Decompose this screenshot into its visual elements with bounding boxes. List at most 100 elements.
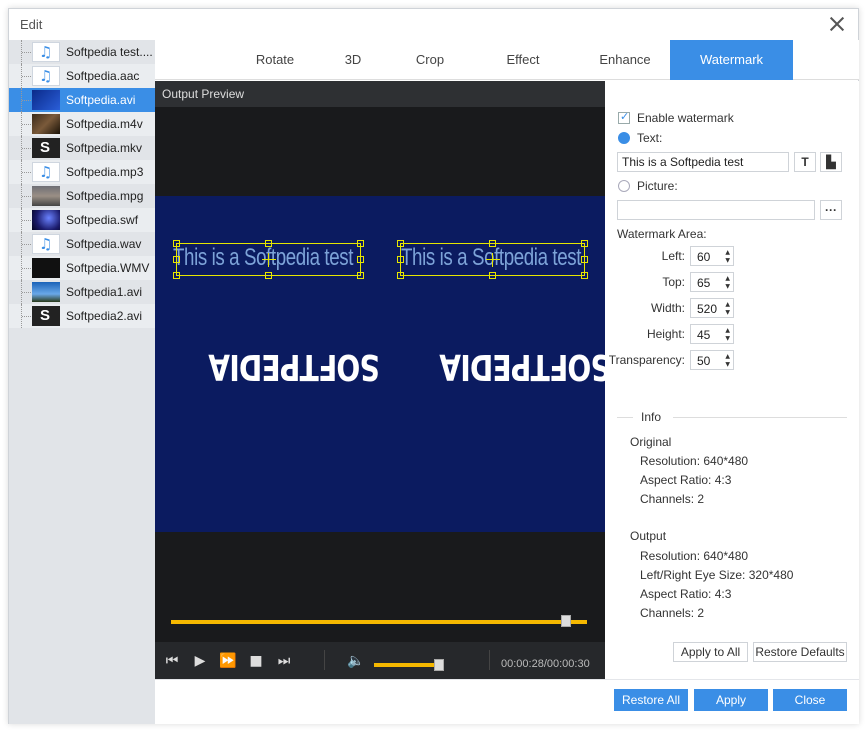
- text-radio[interactable]: [618, 132, 630, 144]
- file-item[interactable]: Softpedia.avi: [9, 88, 155, 112]
- spin-down-icon[interactable]: ▼: [725, 335, 730, 342]
- file-item[interactable]: Softpedia1.avi: [9, 280, 155, 304]
- resize-handle[interactable]: [357, 256, 364, 263]
- tree-line: [22, 100, 31, 101]
- watermark-text-input[interactable]: This is a Softpedia test: [617, 152, 789, 172]
- file-item[interactable]: Softpedia.m4v: [9, 112, 155, 136]
- spin-up-icon[interactable]: ▲: [725, 275, 730, 282]
- next-icon[interactable]: ⏭: [275, 652, 293, 670]
- left-spinner[interactable]: 60 ▲ ▼: [690, 246, 734, 266]
- top-label: Top:: [662, 275, 685, 289]
- separator: [489, 650, 490, 670]
- file-item[interactable]: Softpedia.WMV: [9, 256, 155, 280]
- audio-file-icon: [32, 66, 60, 86]
- watermark-box-left[interactable]: [173, 240, 364, 279]
- font-button[interactable]: T: [794, 152, 816, 172]
- video-thumbnail: [32, 186, 60, 206]
- resize-handle[interactable]: [581, 256, 588, 263]
- close-icon[interactable]: [828, 15, 846, 33]
- resize-handle[interactable]: [397, 272, 404, 279]
- width-spinner[interactable]: 520 ▲ ▼: [690, 298, 734, 318]
- file-item[interactable]: Softpedia.mkv: [9, 136, 155, 160]
- audio-file-icon: [32, 42, 60, 62]
- output-eye-size: Left/Right Eye Size: 320*480: [640, 568, 794, 582]
- original-label: Original: [630, 435, 672, 449]
- fast-forward-icon[interactable]: ⏩: [219, 652, 237, 670]
- resize-handle[interactable]: [265, 272, 272, 279]
- transparency-spinner[interactable]: 50 ▲ ▼: [690, 350, 734, 370]
- spin-up-icon[interactable]: ▲: [725, 353, 730, 360]
- file-name: Softpedia1.avi: [66, 285, 143, 299]
- file-item[interactable]: Softpedia.wav: [9, 232, 155, 256]
- resize-handle[interactable]: [357, 240, 364, 247]
- spin-up-icon[interactable]: ▲: [725, 249, 730, 256]
- tab-effect[interactable]: Effect: [495, 40, 551, 80]
- seek-thumb[interactable]: [561, 615, 572, 627]
- enable-watermark-checkbox[interactable]: [618, 110, 630, 124]
- resize-handle[interactable]: [489, 240, 496, 247]
- output-resolution: Resolution: 640*480: [640, 549, 749, 563]
- stop-icon[interactable]: ■: [247, 652, 265, 670]
- picture-path-input[interactable]: [617, 200, 815, 220]
- tab-watermark[interactable]: Watermark: [670, 40, 793, 80]
- apply-button[interactable]: Apply: [694, 689, 768, 711]
- spin-up-icon[interactable]: ▲: [725, 301, 730, 308]
- spin-down-icon[interactable]: ▼: [725, 283, 730, 290]
- window-title: Edit: [20, 17, 43, 32]
- spin-down-icon[interactable]: ▼: [725, 309, 730, 316]
- picture-radio[interactable]: [618, 180, 630, 192]
- resize-handle[interactable]: [265, 240, 272, 247]
- tab-3d[interactable]: 3D: [333, 40, 373, 80]
- tab-enhance[interactable]: Enhance: [587, 40, 663, 80]
- play-icon[interactable]: ▶: [191, 652, 209, 670]
- video-thumbnail: [32, 306, 60, 326]
- left-eye-view: This is a Softpedia test SOFTPEDIA: [155, 196, 380, 532]
- file-name: Softpedia2.avi: [66, 309, 143, 323]
- file-name: Softpedia.swf: [66, 213, 139, 227]
- volume-icon[interactable]: 🔈: [347, 652, 365, 670]
- previous-icon[interactable]: ⏮: [163, 652, 181, 670]
- file-item[interactable]: Softpedia2.avi: [9, 304, 155, 328]
- spin-up-icon[interactable]: ▲: [725, 327, 730, 334]
- tab-crop[interactable]: Crop: [405, 40, 455, 80]
- tab-rotate[interactable]: Rotate: [245, 40, 305, 80]
- close-button[interactable]: Close: [773, 689, 847, 711]
- resize-handle[interactable]: [581, 240, 588, 247]
- tree-line: [22, 148, 31, 149]
- file-list: Softpedia test.... Softpedia.aac Softpedia…: [9, 40, 155, 724]
- watermark-box-right[interactable]: [397, 240, 588, 279]
- original-channels: Channels: 2: [640, 492, 705, 506]
- height-spinner[interactable]: 45 ▲ ▼: [690, 324, 734, 344]
- restore-all-button[interactable]: Restore All: [614, 689, 688, 711]
- tree-line: [22, 196, 31, 197]
- tree-line: [22, 172, 31, 173]
- top-spinner[interactable]: 65 ▲ ▼: [690, 272, 734, 292]
- info-divider: [617, 417, 633, 418]
- file-item[interactable]: Softpedia.swf: [9, 208, 155, 232]
- resize-handle[interactable]: [173, 272, 180, 279]
- volume-thumb[interactable]: [434, 659, 445, 671]
- resize-handle[interactable]: [397, 256, 404, 263]
- file-item[interactable]: Softpedia.mp3: [9, 160, 155, 184]
- file-item[interactable]: Softpedia test....: [9, 40, 155, 64]
- tree-line: [22, 76, 31, 77]
- resize-handle[interactable]: [357, 272, 364, 279]
- spin-down-icon[interactable]: ▼: [725, 257, 730, 264]
- resize-handle[interactable]: [581, 272, 588, 279]
- restore-defaults-button[interactable]: Restore Defaults: [753, 642, 847, 662]
- seek-bar[interactable]: [171, 620, 587, 624]
- text-color-button[interactable]: ▙: [820, 152, 842, 172]
- move-crosshair: [268, 253, 269, 267]
- browse-button[interactable]: ···: [820, 200, 842, 220]
- resize-handle[interactable]: [173, 240, 180, 247]
- file-item[interactable]: Softpedia.mpg: [9, 184, 155, 208]
- audio-file-icon: [32, 234, 60, 254]
- tree-line: [22, 124, 31, 125]
- resize-handle[interactable]: [397, 240, 404, 247]
- resize-handle[interactable]: [173, 256, 180, 263]
- spin-down-icon[interactable]: ▼: [725, 361, 730, 368]
- tree-line: [22, 244, 31, 245]
- apply-to-all-button[interactable]: Apply to All: [673, 642, 748, 662]
- file-item[interactable]: Softpedia.aac: [9, 64, 155, 88]
- resize-handle[interactable]: [489, 272, 496, 279]
